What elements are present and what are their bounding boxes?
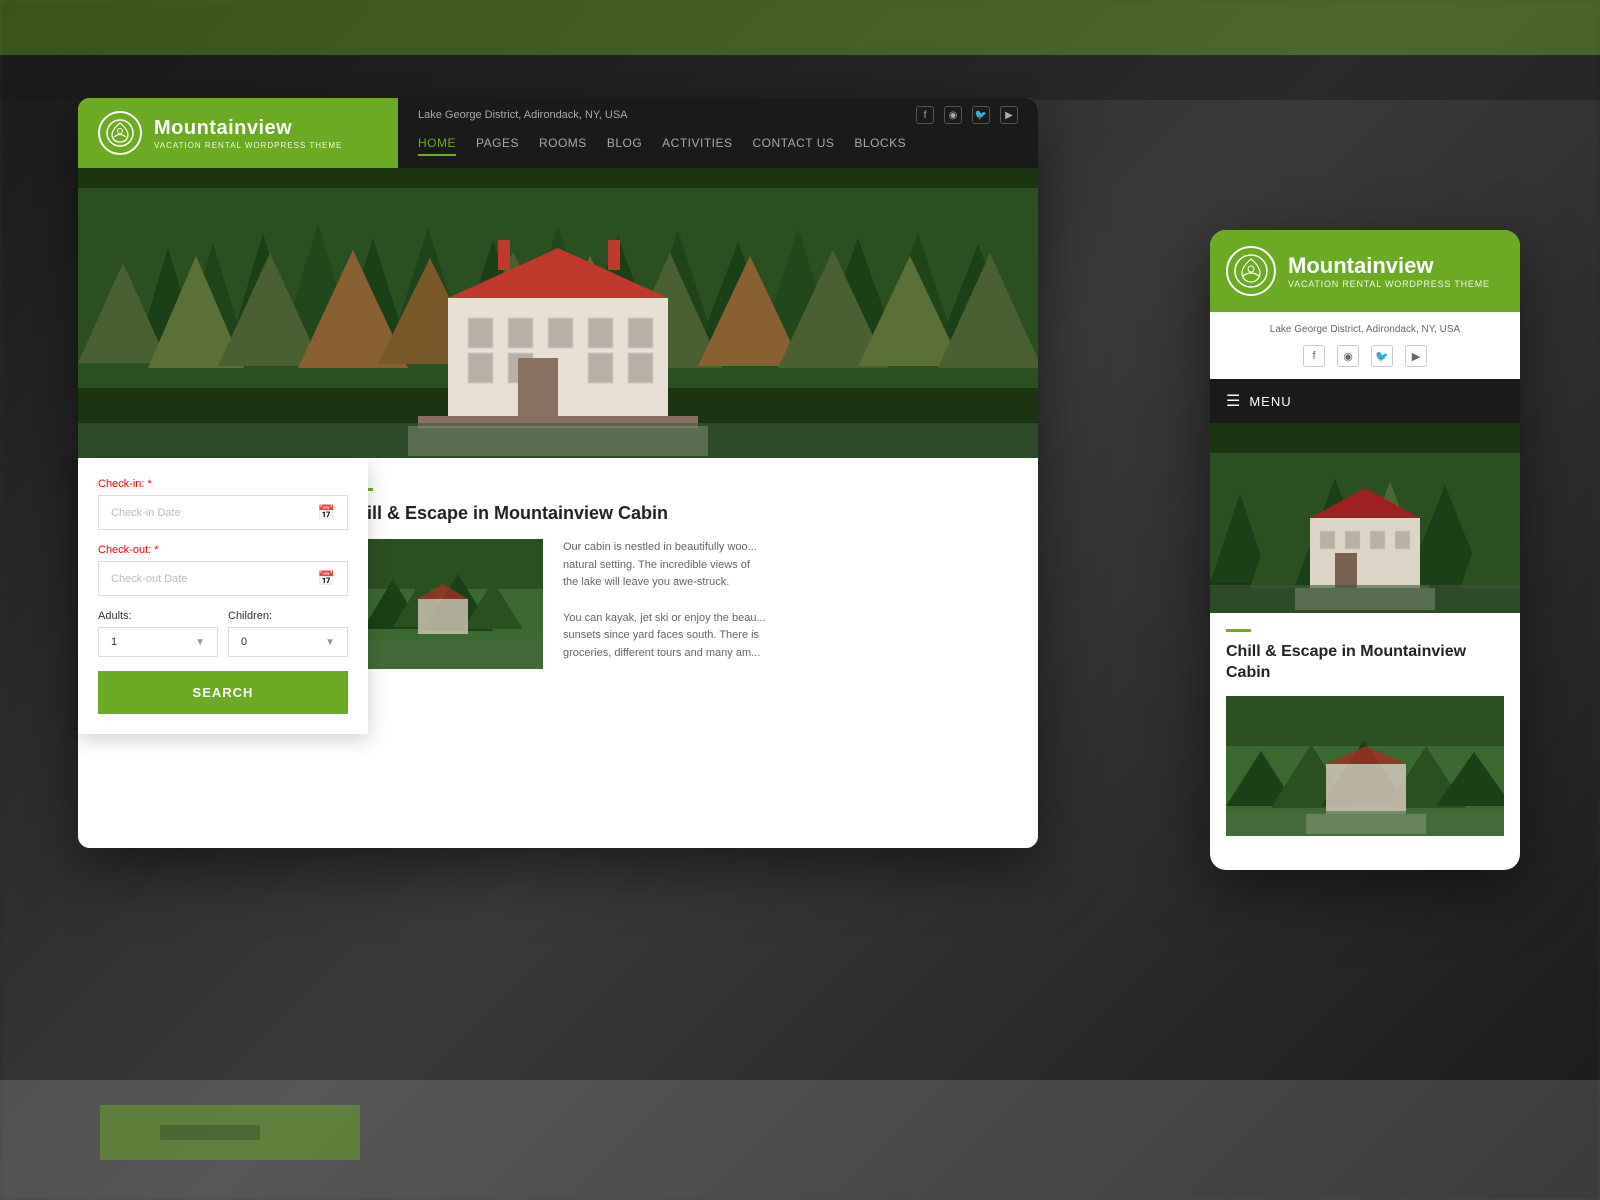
children-label: Children: (228, 610, 348, 622)
nav-item-rooms[interactable]: ROOMS (539, 136, 587, 156)
checkout-placeholder: Check-out Date (111, 573, 187, 585)
checkout-group: Check-out: * Check-out Date 📅 (98, 544, 348, 596)
desktop-location: Lake George District, Adirondack, NY, US… (418, 109, 628, 121)
nav-item-blog[interactable]: BLOG (607, 136, 642, 156)
mobile-location: Lake George District, Adirondack, NY, US… (1226, 324, 1504, 335)
facebook-icon[interactable]: f (916, 106, 934, 124)
desktop-right-content: Chill & Escape in Mountainview Cabin (343, 478, 1008, 828)
youtube-icon[interactable]: ▶ (1000, 106, 1018, 124)
content-text-5: sunsets since yard faces south. There is (563, 627, 766, 645)
mobile-mockup: Mountainview VACATION RENTAL WORDPRESS T… (1210, 230, 1520, 870)
mobile-hero (1210, 423, 1520, 613)
desktop-logo-title: Mountainview (154, 117, 342, 140)
checkin-input[interactable]: Check-in Date 📅 (98, 495, 348, 530)
mobile-social: f ◉ 🐦 ▶ (1226, 345, 1504, 367)
mobile-content: Chill & Escape in Mountainview Cabin (1210, 613, 1520, 852)
adults-label: Adults: (98, 610, 218, 622)
adults-select[interactable]: 1 ▼ (98, 627, 218, 657)
checkin-placeholder: Check-in Date (111, 507, 181, 519)
checkout-input[interactable]: Check-out Date 📅 (98, 561, 348, 596)
checkout-label-text: Check-out: (98, 544, 151, 556)
booking-form: Check-in: * Check-in Date 📅 Check-out: *… (78, 458, 368, 734)
content-image (343, 539, 543, 669)
twitter-icon[interactable]: 🐦 (972, 106, 990, 124)
checkout-calendar-icon: 📅 (318, 570, 335, 587)
content-text-3: the lake will leave you awe-struck. (563, 574, 766, 592)
desktop-nav: HOME PAGES ROOMS BLOG ACTIVITIES CONTACT… (398, 136, 1038, 168)
desktop-header: Mountainview VACATION RENTAL WORDPRESS T… (78, 98, 1038, 168)
mobile-logo-subtitle: VACATION RENTAL WORDPRESS THEME (1288, 279, 1490, 289)
desktop-social: f ◉ 🐦 ▶ (916, 106, 1018, 124)
mobile-menu-bar[interactable]: ☰ MENU (1210, 379, 1520, 423)
menu-label: MENU (1249, 394, 1291, 409)
content-text-2: natural setting. The incredible views of (563, 557, 766, 575)
content-text-6: groceries, different tours and many am..… (563, 645, 766, 663)
mobile-instagram-icon[interactable]: ◉ (1337, 345, 1359, 367)
adults-value: 1 (111, 636, 117, 648)
desktop-nav-area: Lake George District, Adirondack, NY, US… (398, 98, 1038, 168)
checkin-label: Check-in: * (98, 478, 348, 490)
children-group: Children: 0 ▼ (228, 610, 348, 657)
adults-chevron-icon: ▼ (195, 637, 205, 648)
children-chevron-icon: ▼ (325, 637, 335, 648)
mobile-twitter-icon[interactable]: 🐦 (1371, 345, 1393, 367)
nav-item-home[interactable]: HOME (418, 136, 456, 156)
mobile-facebook-icon[interactable]: f (1303, 345, 1325, 367)
checkin-calendar-icon: 📅 (318, 504, 335, 521)
mobile-info-bar: Lake George District, Adirondack, NY, US… (1210, 312, 1520, 379)
hamburger-icon: ☰ (1226, 391, 1241, 411)
content-flex: Our cabin is nestled in beautifully woo.… (343, 539, 1008, 669)
desktop-logo-subtitle: VACATION RENTAL WORDPRESS THEME (154, 141, 342, 150)
search-button[interactable]: SEARCH (98, 671, 348, 714)
desktop-logo-icon (98, 111, 142, 155)
instagram-icon[interactable]: ◉ (944, 106, 962, 124)
mobile-logo-title: Mountainview (1288, 253, 1490, 279)
nav-item-activities[interactable]: ACTIVITIES (662, 136, 732, 156)
children-value: 0 (241, 636, 247, 648)
desktop-logo-area: Mountainview VACATION RENTAL WORDPRESS T… (78, 98, 398, 168)
children-select[interactable]: 0 ▼ (228, 627, 348, 657)
adults-group: Adults: 1 ▼ (98, 610, 218, 657)
content-description: Our cabin is nestled in beautifully woo.… (563, 539, 766, 669)
checkin-required: * (148, 478, 152, 490)
checkin-label-text: Check-in: (98, 478, 144, 490)
nav-item-contact[interactable]: CONTACT US (753, 136, 835, 156)
desktop-logo-text: Mountainview VACATION RENTAL WORDPRESS T… (154, 117, 342, 150)
content-title: Chill & Escape in Mountainview Cabin (343, 503, 1008, 524)
mobile-youtube-icon[interactable]: ▶ (1405, 345, 1427, 367)
content-text-1: Our cabin is nestled in beautifully woo.… (563, 539, 766, 557)
mobile-logo-text: Mountainview VACATION RENTAL WORDPRESS T… (1288, 253, 1490, 289)
checkout-required: * (154, 544, 158, 556)
desktop-hero (78, 168, 1038, 458)
desktop-topbar: Lake George District, Adirondack, NY, US… (398, 98, 1038, 124)
checkout-label: Check-out: * (98, 544, 348, 556)
scene: Mountainview VACATION RENTAL WORDPRESS T… (0, 0, 1600, 1200)
checkin-group: Check-in: * Check-in Date 📅 (98, 478, 348, 530)
mobile-logo-icon (1226, 246, 1276, 296)
content-text-4: You can kayak, jet ski or enjoy the beau… (563, 610, 766, 628)
mobile-header: Mountainview VACATION RENTAL WORDPRESS T… (1210, 230, 1520, 312)
nav-item-blocks[interactable]: BLOCKS (854, 136, 906, 156)
nav-item-pages[interactable]: PAGES (476, 136, 519, 156)
mobile-content-title: Chill & Escape in Mountainview Cabin (1226, 642, 1504, 684)
hero-trees (78, 168, 1038, 458)
mobile-content-image (1226, 696, 1504, 836)
guests-row: Adults: 1 ▼ Children: 0 ▼ (98, 610, 348, 657)
mobile-section-divider (1226, 629, 1251, 632)
